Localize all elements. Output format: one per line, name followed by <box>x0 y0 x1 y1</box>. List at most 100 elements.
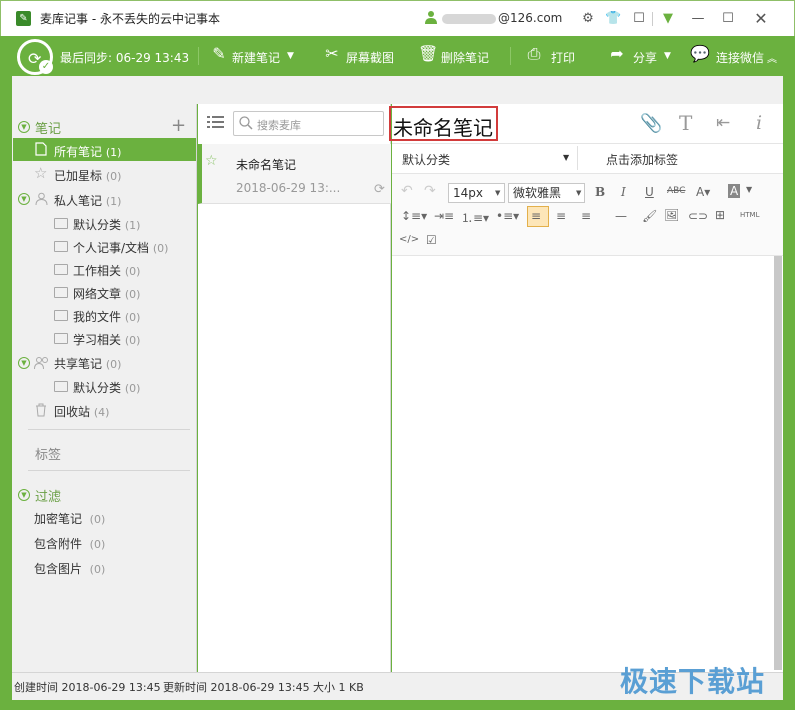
html-button[interactable]: HTML <box>740 211 759 219</box>
new-note-button[interactable]: 新建笔记 <box>232 49 280 66</box>
add-notebook-icon[interactable]: + <box>171 115 186 136</box>
sidebar-item-starred[interactable]: 已加星标 (0) <box>54 167 121 184</box>
checkbox-icon[interactable]: ☑ <box>426 233 437 247</box>
format-painter-icon[interactable]: 🖌 <box>642 209 657 223</box>
highlight-color-icon[interactable]: A <box>728 184 741 198</box>
font-size-dropdown-icon[interactable]: ▼ <box>495 189 500 197</box>
sidebar-item-study[interactable]: 学习相关 (0) <box>73 331 140 348</box>
titlebar-divider <box>652 12 653 26</box>
note-item-date: 2018-06-29 13:... <box>236 181 341 195</box>
collapse-filter-icon[interactable]: ▼ <box>18 489 30 501</box>
new-note-dropdown-icon[interactable]: ▼ <box>287 51 294 61</box>
code-block-button[interactable]: </> <box>399 234 419 245</box>
filter-attachments[interactable]: 包含附件 (0) <box>34 535 105 552</box>
search-icon <box>239 116 253 130</box>
text-format-icon[interactable]: T <box>679 111 692 135</box>
print-button[interactable]: 打印 <box>551 49 575 66</box>
created-time: 创建时间 2018-06-29 13:45 <box>14 681 161 694</box>
align-left-icon[interactable]: ≡ <box>531 209 541 223</box>
filter-images[interactable]: 包含图片 (0) <box>34 560 105 577</box>
filter-encrypted[interactable]: 加密笔记 (0) <box>34 510 105 527</box>
horizontal-rule-icon[interactable]: — <box>615 209 627 223</box>
list-view-icon[interactable] <box>207 115 224 130</box>
ordered-list-icon[interactable]: ⒈≡▾ <box>461 209 489 226</box>
sidebar-item-all-notes[interactable]: 所有笔记 (1) <box>54 143 121 160</box>
align-right-icon[interactable]: ≡ <box>581 209 591 223</box>
sidebar-item-default-category[interactable]: 默认分类 (1) <box>73 216 140 233</box>
scissors-icon[interactable]: ✂ <box>322 44 342 64</box>
table-icon[interactable]: ⊞ <box>715 208 725 222</box>
attachment-icon[interactable]: 📎 <box>640 113 662 134</box>
delete-note-button[interactable]: 删除笔记 <box>441 49 489 66</box>
recycle-bin-icon <box>36 403 46 417</box>
category-select[interactable]: 默认分类 <box>402 151 450 168</box>
sidebar-divider <box>28 470 190 471</box>
sidebar-item-recycle-bin[interactable]: 回收站 (4) <box>54 403 109 420</box>
editor-scrollbar[interactable] <box>774 256 782 670</box>
shirt-icon[interactable]: 👕 <box>605 11 621 27</box>
account-label[interactable]: @126.com <box>442 11 562 25</box>
indent-icon[interactable]: ⇥≡ <box>434 209 454 223</box>
tags-header[interactable]: 标签 <box>35 444 61 463</box>
folder-icon <box>54 218 68 229</box>
bold-icon[interactable]: B <box>595 185 605 199</box>
share-dropdown-icon[interactable]: ▼ <box>664 51 671 61</box>
italic-icon[interactable]: I <box>621 185 626 199</box>
menu-dropdown-icon[interactable]: ▼ <box>660 11 676 27</box>
minimize-icon[interactable]: — <box>690 11 706 27</box>
site-watermark: 极速下载站 <box>620 665 766 698</box>
collapse-shared-icon[interactable]: ▼ <box>18 357 30 369</box>
collapse-private-icon[interactable]: ▼ <box>18 193 30 205</box>
sidebar-item-private-notes[interactable]: 私人笔记 (1) <box>54 192 121 209</box>
sidebar-item-shared-default[interactable]: 默认分类 (0) <box>73 379 140 396</box>
redo-icon[interactable]: ↷ <box>424 183 436 199</box>
strikethrough-icon[interactable]: ABC <box>667 186 685 196</box>
note-size: 大小 1 KB <box>313 681 364 694</box>
title-highlight-box <box>389 106 498 141</box>
trash-icon[interactable]: 🗑 <box>418 44 438 64</box>
font-color-icon[interactable]: A▾ <box>696 185 710 199</box>
message-icon[interactable]: ☐ <box>631 11 647 27</box>
line-height-icon[interactable]: ↕≡▾ <box>401 209 427 223</box>
connect-wechat-button[interactable]: 连接微信 <box>716 49 764 66</box>
printer-icon[interactable]: ⎙ <box>524 44 544 64</box>
add-tag-button[interactable]: 点击添加标签 <box>606 151 678 168</box>
share-arrow-icon[interactable]: ➦ <box>607 44 627 64</box>
sidebar-item-work[interactable]: 工作相关 (0) <box>73 262 140 279</box>
font-family-select[interactable]: 微软雅黑 <box>508 183 585 203</box>
collapse-notes-icon[interactable]: ▼ <box>18 121 30 133</box>
document-icon <box>35 142 47 156</box>
undo-icon[interactable]: ↶ <box>401 183 413 199</box>
share-button[interactable]: 分享 <box>633 49 657 66</box>
link-icon[interactable]: ⊂⊃ <box>688 209 708 223</box>
underline-icon[interactable]: U <box>645 185 654 199</box>
collapse-toolbar-icon[interactable]: ︽ <box>767 50 777 65</box>
sidebar-item-personal-docs[interactable]: 个人记事/文档 (0) <box>73 239 168 256</box>
sidebar-item-my-files[interactable]: 我的文件 (0) <box>73 308 140 325</box>
font-family-dropdown-icon[interactable]: ▼ <box>576 189 581 197</box>
align-center-icon[interactable]: ≡ <box>556 209 566 223</box>
screenshot-button[interactable]: 屏幕截图 <box>346 49 394 66</box>
search-input[interactable] <box>233 111 384 136</box>
category-dropdown-icon[interactable]: ▼ <box>563 153 569 162</box>
info-icon[interactable]: i <box>756 112 762 134</box>
app-logo-icon: ✎ <box>16 11 31 26</box>
highlight-dropdown-icon[interactable]: ▼ <box>746 185 752 194</box>
last-sync-label: 最后同步: 06-29 13:43 <box>60 51 190 65</box>
note-item[interactable] <box>198 144 391 204</box>
note-star-icon[interactable]: ☆ <box>205 153 218 169</box>
maximize-icon[interactable]: ☐ <box>720 11 736 27</box>
notes-header: 笔记 <box>35 122 62 137</box>
close-icon[interactable]: ✕ <box>753 11 769 27</box>
new-note-icon[interactable]: ✎ <box>209 44 229 64</box>
bullet-list-icon[interactable]: •≡▾ <box>496 209 519 223</box>
image-icon[interactable]: 🖼 <box>664 208 679 222</box>
skin-icon[interactable]: ⚙ <box>580 11 596 27</box>
folder-icon <box>54 264 68 275</box>
sidebar-item-shared-notes[interactable]: 共享笔记 (0) <box>54 355 121 372</box>
sidebar-item-web-articles[interactable]: 网络文章 (0) <box>73 285 140 302</box>
export-icon[interactable]: ⇤ <box>716 113 730 133</box>
note-body[interactable] <box>392 256 774 670</box>
wechat-icon[interactable]: 💬 <box>690 44 710 64</box>
user-icon <box>425 11 437 24</box>
